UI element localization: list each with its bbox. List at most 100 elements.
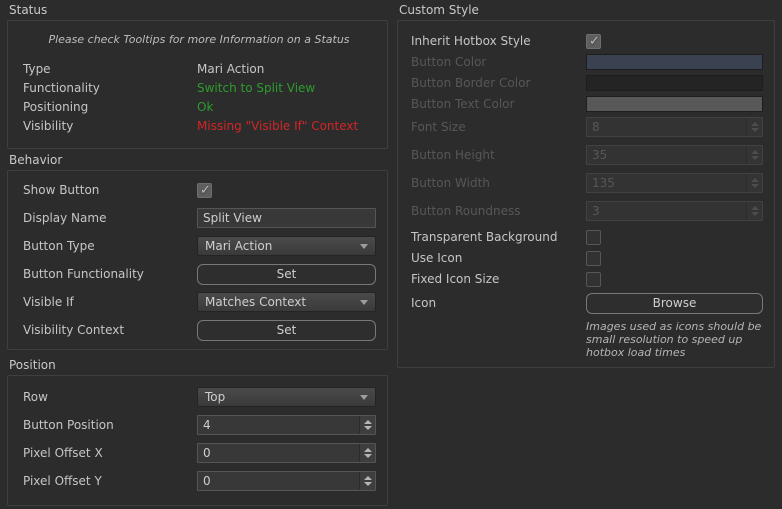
row-selected-value: Top	[205, 390, 225, 404]
display-name-label: Display Name	[23, 211, 197, 225]
show-button-row: Show Button	[23, 180, 376, 200]
spinner-arrows[interactable]	[359, 416, 375, 434]
visible-if-label: Visible If	[23, 295, 197, 309]
button-roundness-value: 3	[587, 202, 746, 220]
button-roundness-row: Button Roundness 3	[411, 201, 763, 221]
transparent-background-checkbox[interactable]	[586, 230, 601, 245]
button-functionality-row: Button Functionality Set	[23, 264, 376, 284]
button-color-label: Button Color	[411, 55, 586, 69]
spin-up-icon[interactable]	[364, 476, 372, 480]
font-size-value: 8	[587, 118, 746, 136]
visibility-context-row: Visibility Context Set	[23, 320, 376, 340]
position-group-box: Row Top Button Position 4	[7, 375, 388, 506]
status-row-type: Type Mari Action	[23, 59, 375, 78]
behavior-group: Behavior Show Button Display Name Button…	[7, 153, 388, 350]
button-type-label: Button Type	[23, 239, 197, 253]
button-border-color-swatch	[586, 75, 763, 91]
pixel-offset-y-label: Pixel Offset Y	[23, 474, 197, 488]
visible-if-row: Visible If Matches Context	[23, 292, 376, 312]
custom-style-group-title: Custom Style	[399, 3, 775, 18]
inherit-hotbox-style-row: Inherit Hotbox Style	[411, 33, 763, 49]
font-size-label: Font Size	[411, 120, 586, 134]
use-icon-label: Use Icon	[411, 251, 586, 265]
status-visibility-value: Missing "Visible If" Context	[197, 119, 358, 133]
row-row: Row Top	[23, 387, 376, 407]
button-roundness-label: Button Roundness	[411, 204, 586, 218]
pixel-offset-y-value[interactable]: 0	[198, 472, 359, 490]
behavior-group-box: Show Button Display Name Button Type Mar…	[7, 170, 388, 350]
chevron-down-icon	[360, 395, 368, 400]
visibility-context-label: Visibility Context	[23, 323, 197, 337]
icon-browse-button[interactable]: Browse	[586, 293, 763, 314]
button-position-row: Button Position 4	[23, 415, 376, 435]
spin-up-icon	[751, 178, 759, 182]
custom-style-group-box: Inherit Hotbox Style Button Color Button…	[397, 20, 775, 368]
status-note: Please check Tooltips for more Informati…	[23, 33, 375, 46]
fixed-icon-size-row: Fixed Icon Size	[411, 271, 763, 287]
pixel-offset-y-spinner[interactable]: 0	[197, 471, 376, 491]
button-type-select[interactable]: Mari Action	[197, 236, 376, 256]
row-select[interactable]: Top	[197, 387, 376, 407]
spin-up-icon[interactable]	[364, 420, 372, 424]
status-positioning-label: Positioning	[23, 100, 197, 114]
visible-if-selected-value: Matches Context	[205, 295, 306, 309]
icon-note-row: Images used as icons should be small res…	[411, 320, 763, 359]
spin-up-icon[interactable]	[364, 448, 372, 452]
custom-style-group: Custom Style Inherit Hotbox Style Button…	[397, 3, 775, 368]
spin-down-icon	[751, 212, 759, 216]
button-roundness-spinner: 3	[586, 201, 763, 221]
status-row-positioning: Positioning Ok	[23, 97, 375, 116]
pixel-offset-x-row: Pixel Offset X 0	[23, 443, 376, 463]
status-functionality-value: Switch to Split View	[197, 81, 315, 95]
button-height-value: 35	[587, 146, 746, 164]
display-name-row: Display Name	[23, 208, 376, 228]
spinner-arrows	[746, 146, 762, 164]
button-color-row: Button Color	[411, 54, 763, 70]
spin-up-icon	[751, 150, 759, 154]
spin-up-icon	[751, 206, 759, 210]
spin-down-icon[interactable]	[364, 454, 372, 458]
icon-note: Images used as icons should be small res…	[586, 320, 763, 359]
icon-row: Icon Browse	[411, 292, 763, 314]
font-size-row: Font Size 8	[411, 117, 763, 137]
display-name-input[interactable]	[197, 208, 376, 228]
status-group-title: Status	[9, 3, 388, 18]
button-border-color-row: Button Border Color	[411, 75, 763, 91]
chevron-down-icon	[360, 300, 368, 305]
spinner-arrows	[746, 118, 762, 136]
pixel-offset-x-spinner[interactable]: 0	[197, 443, 376, 463]
status-visibility-label: Visibility	[23, 119, 197, 133]
button-color-swatch	[586, 54, 763, 70]
spin-down-icon[interactable]	[364, 426, 372, 430]
button-border-color-label: Button Border Color	[411, 76, 586, 90]
status-type-value: Mari Action	[197, 62, 264, 76]
button-height-label: Button Height	[411, 148, 586, 162]
spin-down-icon[interactable]	[364, 482, 372, 486]
inherit-hotbox-style-checkbox[interactable]	[586, 34, 601, 49]
spin-up-icon	[751, 122, 759, 126]
status-positioning-value: Ok	[197, 100, 213, 114]
status-row-visibility: Visibility Missing "Visible If" Context	[23, 116, 375, 135]
button-width-label: Button Width	[411, 176, 586, 190]
button-functionality-set-button[interactable]: Set	[197, 264, 376, 285]
button-position-spinner[interactable]: 4	[197, 415, 376, 435]
spinner-arrows[interactable]	[359, 472, 375, 490]
fixed-icon-size-checkbox[interactable]	[586, 272, 601, 287]
button-position-value[interactable]: 4	[198, 416, 359, 434]
use-icon-checkbox[interactable]	[586, 251, 601, 266]
button-functionality-label: Button Functionality	[23, 267, 197, 281]
spinner-arrows[interactable]	[359, 444, 375, 462]
use-icon-row: Use Icon	[411, 250, 763, 266]
visibility-context-set-button[interactable]: Set	[197, 320, 376, 341]
button-text-color-row: Button Text Color	[411, 96, 763, 112]
position-group: Position Row Top Button Position 4	[7, 358, 388, 506]
status-type-label: Type	[23, 62, 197, 76]
show-button-checkbox[interactable]	[197, 183, 212, 198]
button-text-color-swatch	[586, 96, 763, 112]
button-type-selected-value: Mari Action	[205, 239, 272, 253]
pixel-offset-x-value[interactable]: 0	[198, 444, 359, 462]
transparent-background-label: Transparent Background	[411, 230, 586, 244]
show-button-label: Show Button	[23, 183, 197, 197]
visible-if-select[interactable]: Matches Context	[197, 292, 376, 312]
button-width-row: Button Width 135	[411, 173, 763, 193]
